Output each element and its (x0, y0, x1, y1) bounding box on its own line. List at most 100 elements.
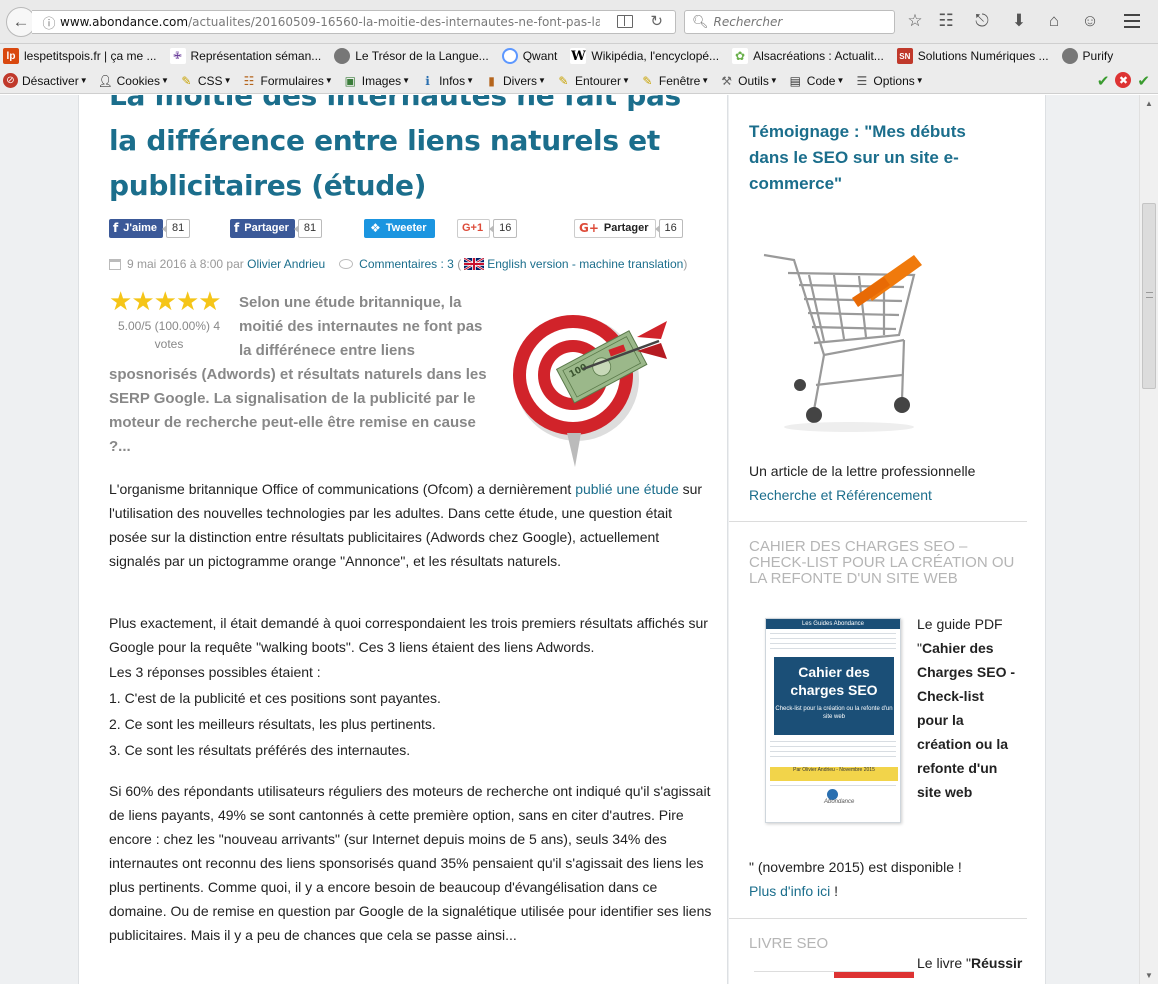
author-link[interactable]: Olivier Andrieu (247, 257, 325, 271)
testimonial-link[interactable]: Témoignage : "Mes débuts dans le SEO sur… (749, 119, 1009, 197)
devtool-label: Code (806, 73, 836, 88)
devtool-images[interactable]: ▣ Images ▼ (343, 73, 410, 88)
bookmark-item[interactable]: SN Solutions Numériques ... (896, 48, 1049, 64)
paragraph: Si 60% des répondants utilisateurs régul… (109, 783, 712, 943)
url-text[interactable]: www.abondance.com/actualites/20160509-16… (60, 15, 600, 29)
bookmarks-list-icon[interactable]: ☷ (936, 11, 956, 31)
lespetitspois-favicon-icon: lp (3, 48, 19, 64)
article-date: 9 mai 2016 à 8:00 (127, 257, 224, 271)
tweet-button[interactable]: ❖ Tweeter (364, 218, 435, 238)
devtool-outline[interactable]: ✎ Entourer ▼ (556, 73, 630, 88)
star-icon[interactable]: ★ (109, 286, 132, 316)
devtool-css[interactable]: ✎ CSS ▼ (179, 73, 231, 88)
facebook-like-button[interactable]: f J'aime (109, 218, 164, 238)
bookmark-item[interactable]: Qwant (501, 48, 557, 64)
share-facebook[interactable]: f Partager 81 (230, 218, 323, 238)
search-input[interactable] (713, 15, 894, 29)
book-series: Les Guides Abondance (766, 619, 900, 629)
guide-book-cover[interactable]: Les Guides Abondance Cahier des charges … (765, 618, 901, 823)
bookmark-item[interactable]: ✿ Alsacréations : Actualit... (732, 48, 884, 64)
devtool-cookies[interactable]: 👤︎ Cookies ▼ (98, 73, 169, 88)
livre-cover[interactable] (754, 971, 914, 984)
guide-description: Le guide PDF "Cahier des Charges SEO - C… (917, 612, 1017, 804)
search-icon: 🔍︎ (692, 14, 709, 29)
bookmark-item[interactable]: Le Trésor de la Langue... (334, 48, 489, 64)
reload-icon[interactable]: ↻ (650, 12, 663, 30)
misc-icon: ▮ (488, 73, 495, 88)
devtool-window[interactable]: ✎ Fenêtre ▼ (640, 73, 709, 88)
dropdown-caret-icon: ▼ (466, 76, 474, 85)
rating-text: 5.00/5 (100.00%) 4 votes (117, 319, 221, 351)
share-google-plus[interactable]: G+1 16 (457, 218, 518, 238)
share-facebook-like[interactable]: f J'aime 81 (109, 218, 191, 238)
star-icon[interactable]: ★ (154, 286, 177, 316)
english-version-link[interactable]: English version - machine translation (487, 257, 683, 271)
check-icon[interactable]: ✔ (1137, 72, 1150, 90)
download-icon[interactable]: ⬇ (1009, 11, 1029, 31)
dropdown-caret-icon: ▼ (621, 76, 630, 85)
letter-link[interactable]: Recherche et Référencement (749, 487, 932, 503)
home-icon[interactable]: ⌂ (1044, 11, 1064, 31)
bookmark-item[interactable]: lp lespetitspois.fr | ça me ... (3, 48, 157, 64)
devtool-forms[interactable]: ☷ Formulaires ▼ (242, 73, 333, 88)
book-title-box: Cahier des charges SEO Check-list pour l… (774, 657, 894, 735)
facebook-icon: f (113, 221, 119, 235)
text: Un article de la lettre professionnelle (749, 463, 976, 479)
devtool-misc[interactable]: ▮ Divers ▼ (484, 73, 546, 88)
address-bar[interactable]: ⓘ www.abondance.com/actualites/20160509-… (32, 10, 676, 34)
bookmark-item[interactable]: Purify (1061, 48, 1113, 64)
page-scrollbar[interactable]: ▲ ▼ (1139, 95, 1158, 984)
study-link[interactable]: publié une étude (575, 481, 679, 497)
options-icon: ☰ (856, 73, 868, 88)
reader-view-icon[interactable] (617, 15, 633, 28)
browser-navbar: ← ⓘ www.abondance.com/actualites/2016050… (0, 0, 1158, 44)
scroll-down-arrow-icon[interactable]: ▼ (1140, 967, 1158, 984)
window-pen-icon: ✎ (642, 73, 653, 88)
dropdown-caret-icon: ▼ (160, 76, 169, 85)
error-icon[interactable]: ✖ (1115, 72, 1132, 88)
text-line (770, 638, 896, 639)
bookmark-star-icon[interactable]: ☆ (905, 11, 925, 31)
sn-favicon-icon: SN (896, 48, 913, 64)
smiley-feedback-icon[interactable]: ☺ (1080, 11, 1100, 31)
scroll-up-arrow-icon[interactable]: ▲ (1140, 95, 1158, 112)
gplus-share-button[interactable]: G+ Partager (574, 218, 656, 238)
twitter-bird-icon: ❖ (370, 221, 381, 235)
devtool-tools[interactable]: ⚒ Outils ▼ (719, 73, 778, 88)
livre-heading: LIVRE SEO (749, 935, 829, 952)
bookmark-item[interactable]: ✙ Représentation séman... (169, 48, 321, 64)
facebook-share-button[interactable]: f Partager (230, 218, 295, 238)
share-google-share[interactable]: G+ Partager 16 (574, 218, 683, 238)
star-icon[interactable]: ★ (198, 286, 221, 316)
gplus-button[interactable]: G+1 (457, 218, 491, 238)
pocket-icon[interactable]: ⎋ (972, 11, 992, 31)
devtool-options[interactable]: ☰ Options ▼ (854, 73, 924, 88)
devtool-label: Fenêtre (658, 73, 701, 88)
answer-item: 3. Ce sont les résultats préférés des in… (109, 742, 411, 758)
paren-open: ( (457, 257, 462, 271)
star-icon[interactable]: ★ (176, 286, 199, 316)
text-line (770, 643, 896, 644)
menu-icon[interactable] (1124, 14, 1140, 28)
gplus-icon: G+ (579, 221, 599, 235)
star-rating[interactable]: ★★★★★ (109, 286, 222, 316)
share-twitter[interactable]: ❖ Tweeter (364, 218, 435, 238)
guide-availability: " (novembre 2015) est disponible ! Plus d… (749, 855, 1029, 903)
site-info-icon[interactable]: ⓘ (38, 13, 60, 32)
devtool-code[interactable]: ▤ Code ▼ (788, 73, 845, 88)
bookmark-item[interactable]: W Wikipédia, l'encyclopé... (570, 48, 719, 64)
more-info-link[interactable]: Plus d'info ici (749, 883, 830, 899)
star-icon[interactable]: ★ (131, 286, 154, 316)
book-title: Cahier des charges SEO (790, 664, 878, 698)
dropdown-caret-icon: ▼ (538, 76, 546, 85)
page-viewport: La moitié des internautes ne fait pas la… (0, 95, 1139, 984)
devtool-label: Cookies (116, 73, 160, 88)
search-box[interactable]: 🔍︎ (684, 10, 895, 34)
comments-link[interactable]: Commentaires : 3 (359, 257, 454, 271)
article-meta: 9 mai 2016 à 8:00 par Olivier Andrieu Co… (109, 257, 687, 271)
devtool-disable[interactable]: ⊘ Désactiver ▼ (3, 73, 88, 88)
devtool-infos[interactable]: ℹ Infos ▼ (420, 73, 474, 88)
check-icon[interactable]: ✔ (1097, 72, 1110, 90)
by-label: par (226, 257, 244, 271)
scrollbar-thumb[interactable] (1142, 203, 1156, 389)
